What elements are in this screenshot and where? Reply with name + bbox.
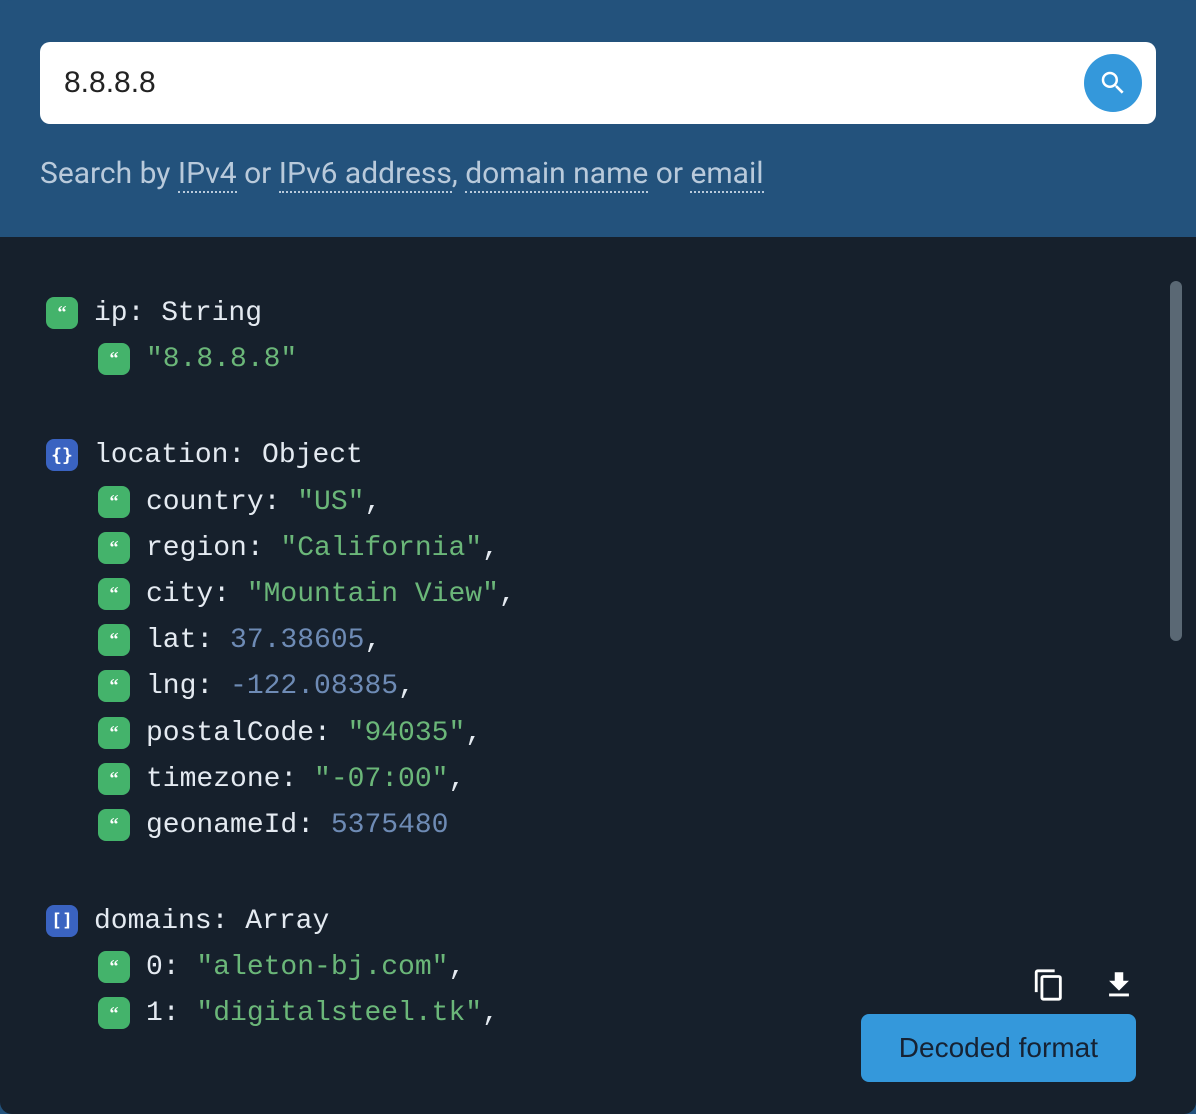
string-icon: “: [98, 763, 130, 795]
json-key: timezone:: [146, 764, 314, 795]
json-value: "aleton-bj.com": [196, 952, 448, 983]
json-index: 0:: [146, 952, 196, 983]
json-node-location: {} location: Object “country: "US",“regi…: [46, 433, 1156, 849]
json-key-row[interactable]: “ ip: String: [46, 291, 1156, 337]
json-key-row[interactable]: {} location: Object: [46, 433, 1156, 479]
search-bar: [40, 42, 1156, 124]
string-icon: “: [98, 809, 130, 841]
hint-ipv6[interactable]: IPv6 address: [279, 156, 452, 193]
object-icon: {}: [46, 439, 78, 471]
json-array-item[interactable]: “0: "aleton-bj.com",: [98, 945, 1156, 991]
json-key: country:: [146, 487, 297, 518]
string-icon: “: [46, 297, 78, 329]
string-icon: “: [98, 486, 130, 518]
json-key: domains: [94, 906, 212, 937]
string-icon: “: [98, 717, 130, 749]
json-value-row[interactable]: “ "8.8.8.8": [98, 337, 1156, 383]
hint-prefix: Search by: [40, 156, 178, 191]
json-type: Object: [262, 440, 363, 471]
copy-icon[interactable]: [1032, 968, 1066, 1002]
json-prop-row[interactable]: “country: "US",: [98, 480, 1156, 526]
json-key: postalCode:: [146, 718, 348, 749]
search-button[interactable]: [1084, 54, 1142, 112]
json-value: "California": [280, 533, 482, 564]
json-key: region:: [146, 533, 280, 564]
search-section: Search by IPv4 or IPv6 address, domain n…: [0, 0, 1196, 237]
string-icon: “: [98, 343, 130, 375]
json-value: "8.8.8.8": [146, 337, 297, 383]
json-prop-row[interactable]: “timezone: "-07:00",: [98, 757, 1156, 803]
json-value: "Mountain View": [247, 579, 499, 610]
json-prop-row[interactable]: “lng: -122.08385,: [98, 664, 1156, 710]
json-value: -122.08385: [230, 671, 398, 702]
search-icon: [1098, 68, 1128, 98]
json-prop-row[interactable]: “postalCode: "94035",: [98, 711, 1156, 757]
json-type: Array: [245, 906, 329, 937]
json-node-ip: “ ip: String “ "8.8.8.8": [46, 291, 1156, 383]
json-key: ip: [94, 298, 128, 329]
json-value: "-07:00": [314, 764, 448, 795]
json-value: 37.38605: [230, 625, 364, 656]
json-value: 5375480: [331, 810, 449, 841]
search-input[interactable]: [64, 66, 1084, 100]
decoded-format-button[interactable]: Decoded format: [861, 1014, 1136, 1082]
array-icon: []: [46, 905, 78, 937]
string-icon: “: [98, 670, 130, 702]
json-prop-row[interactable]: “lat: 37.38605,: [98, 618, 1156, 664]
hint-ipv4[interactable]: IPv4: [178, 156, 237, 193]
string-icon: “: [98, 532, 130, 564]
json-key-row[interactable]: [] domains: Array: [46, 899, 1156, 945]
hint-domain[interactable]: domain name: [465, 156, 648, 193]
results-section: “ ip: String “ "8.8.8.8" {} location: Ob…: [0, 237, 1196, 1114]
download-icon[interactable]: [1102, 968, 1136, 1002]
json-value: "94035": [348, 718, 466, 749]
string-icon: “: [98, 997, 130, 1029]
json-index: 1:: [146, 998, 196, 1029]
json-key: geonameId:: [146, 810, 331, 841]
json-prop-row[interactable]: “city: "Mountain View",: [98, 572, 1156, 618]
string-icon: “: [98, 578, 130, 610]
hint-email[interactable]: email: [690, 156, 763, 193]
json-key: lat:: [146, 625, 230, 656]
json-value: "digitalsteel.tk": [196, 998, 482, 1029]
json-key: location: [94, 440, 228, 471]
search-hint: Search by IPv4 or IPv6 address, domain n…: [40, 156, 1156, 191]
json-prop-row[interactable]: “ geonameId: 5375480: [98, 803, 1156, 849]
string-icon: “: [98, 951, 130, 983]
json-type: String: [161, 298, 262, 329]
result-actions: [1032, 968, 1136, 1002]
string-icon: “: [98, 624, 130, 656]
json-key: lng:: [146, 671, 230, 702]
scrollbar[interactable]: [1170, 281, 1182, 641]
json-value: "US": [297, 487, 364, 518]
json-prop-row[interactable]: “region: "California",: [98, 526, 1156, 572]
json-key: city:: [146, 579, 247, 610]
